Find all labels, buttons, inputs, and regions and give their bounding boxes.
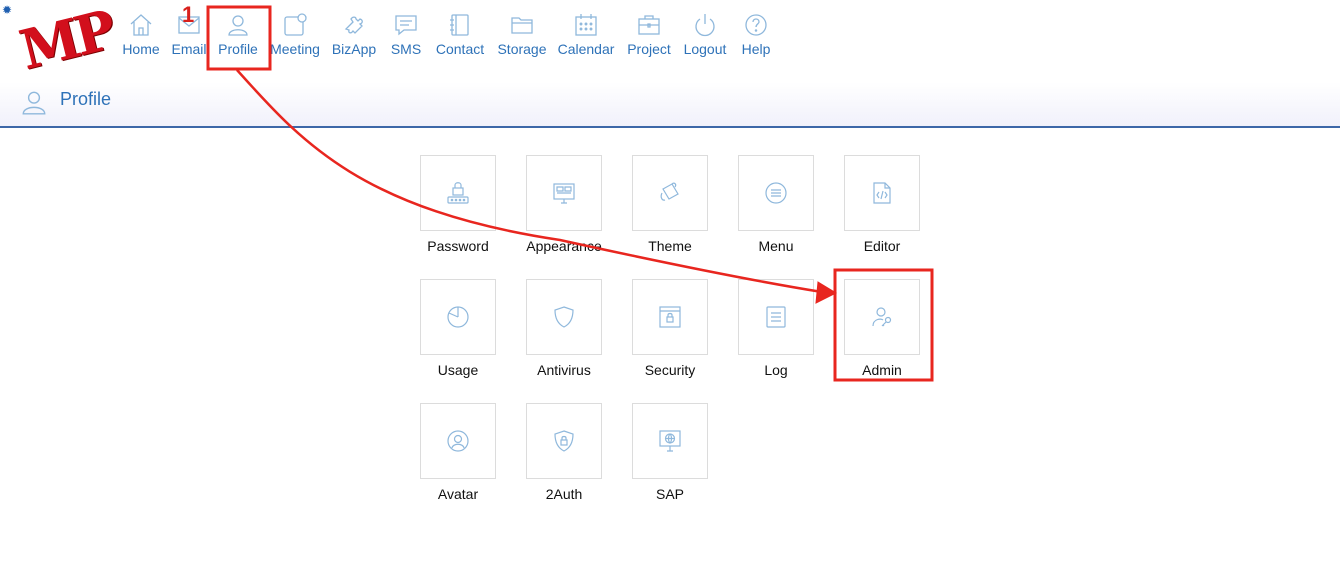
tile-theme[interactable]: Theme xyxy=(632,155,708,254)
nav-storage[interactable]: Storage xyxy=(495,12,549,68)
document-lines-icon xyxy=(766,306,786,328)
nav-storage-label: Storage xyxy=(497,41,547,57)
tile-log-label: Log xyxy=(764,362,788,378)
menu-circle-icon xyxy=(765,182,787,204)
annotation-arrow-head xyxy=(815,281,838,304)
code-file-icon xyxy=(873,182,891,204)
nav-meeting[interactable]: Meeting xyxy=(268,12,322,68)
tile-editor[interactable]: Editor xyxy=(844,155,920,254)
nav-calendar-label: Calendar xyxy=(557,41,615,57)
shield-lock-icon xyxy=(554,430,574,452)
nav-profile-label: Profile xyxy=(218,41,258,57)
user-icon xyxy=(22,91,46,115)
home-icon xyxy=(130,14,152,36)
tile-editor-label: Editor xyxy=(863,238,901,254)
logo[interactable]: ✹ MP xyxy=(0,0,119,82)
shield-icon xyxy=(554,306,574,328)
calendar-icon xyxy=(575,14,597,36)
tile-2auth-label: 2Auth xyxy=(545,486,583,502)
contact-book-icon xyxy=(450,14,469,36)
nav-project-label: Project xyxy=(627,41,671,57)
gear-badge-icon: ✹ xyxy=(2,3,13,17)
tile-security-label: Security xyxy=(644,362,696,378)
globe-monitor-icon xyxy=(659,430,681,452)
tile-appearance-label: Appearance xyxy=(526,238,602,254)
tile-avatar[interactable]: Avatar xyxy=(420,403,496,502)
nav-home-label: Home xyxy=(122,41,160,57)
logo-mp: MP xyxy=(13,0,119,82)
tile-usage-label: Usage xyxy=(437,362,479,378)
tile-security[interactable]: Security xyxy=(632,279,708,378)
nav-contact-label: Contact xyxy=(435,41,485,57)
tile-sap[interactable]: SAP xyxy=(632,403,708,502)
puzzle-icon xyxy=(344,16,363,34)
tile-log[interactable]: Log xyxy=(738,279,814,378)
lock-window-icon xyxy=(659,306,681,328)
paint-bucket-icon xyxy=(660,182,679,201)
tile-antivirus-label: Antivirus xyxy=(537,362,591,378)
nav-email-label: Email xyxy=(171,41,207,57)
tile-2auth[interactable]: 2Auth xyxy=(526,403,602,502)
tile-antivirus[interactable]: Antivirus xyxy=(526,279,602,378)
nav-project[interactable]: Project xyxy=(625,12,673,68)
admin-user-key-icon xyxy=(872,307,892,327)
folder-icon xyxy=(511,17,533,34)
monitor-layout-icon xyxy=(553,183,575,204)
tile-theme-label: Theme xyxy=(648,238,692,254)
nav-logout-label: Logout xyxy=(683,41,727,57)
nav-calendar[interactable]: Calendar xyxy=(556,12,616,68)
nav-sms[interactable]: SMS xyxy=(388,12,424,68)
annotation-step-number: 1 xyxy=(182,2,195,27)
tile-admin-label: Admin xyxy=(862,362,902,378)
lock-password-icon xyxy=(447,182,469,204)
nav-meeting-label: Meeting xyxy=(270,41,320,57)
question-icon xyxy=(745,14,767,36)
tile-admin[interactable]: Admin xyxy=(844,279,920,378)
message-icon xyxy=(395,15,417,36)
nav-profile[interactable]: Profile xyxy=(216,12,260,68)
power-icon xyxy=(695,14,715,37)
tile-password[interactable]: Password xyxy=(420,155,496,254)
nav-help[interactable]: Help xyxy=(739,12,773,68)
tile-avatar-label: Avatar xyxy=(437,486,479,502)
page-header: Profile xyxy=(0,82,1340,128)
meeting-icon xyxy=(284,13,307,36)
nav-home[interactable]: Home xyxy=(122,12,160,68)
tile-sap-label: SAP xyxy=(655,486,684,502)
nav-help-label: Help xyxy=(741,41,771,57)
tile-usage[interactable]: Usage xyxy=(420,279,496,378)
nav-bizapp[interactable]: BizApp xyxy=(330,12,378,68)
tile-menu[interactable]: Menu xyxy=(738,155,814,254)
page-title: Profile xyxy=(60,89,112,109)
tile-password-label: Password xyxy=(427,238,489,254)
nav-contact[interactable]: Contact xyxy=(433,12,487,68)
nav-bizapp-label: BizApp xyxy=(331,41,377,57)
tile-menu-label: Menu xyxy=(758,238,794,254)
nav-logout[interactable]: Logout xyxy=(682,12,728,68)
user-icon xyxy=(228,15,248,36)
pie-chart-icon xyxy=(447,306,469,328)
nav-sms-label: SMS xyxy=(390,41,422,57)
avatar-circle-icon xyxy=(447,430,469,452)
tile-appearance[interactable]: Appearance xyxy=(526,155,602,254)
briefcase-icon xyxy=(638,15,660,35)
